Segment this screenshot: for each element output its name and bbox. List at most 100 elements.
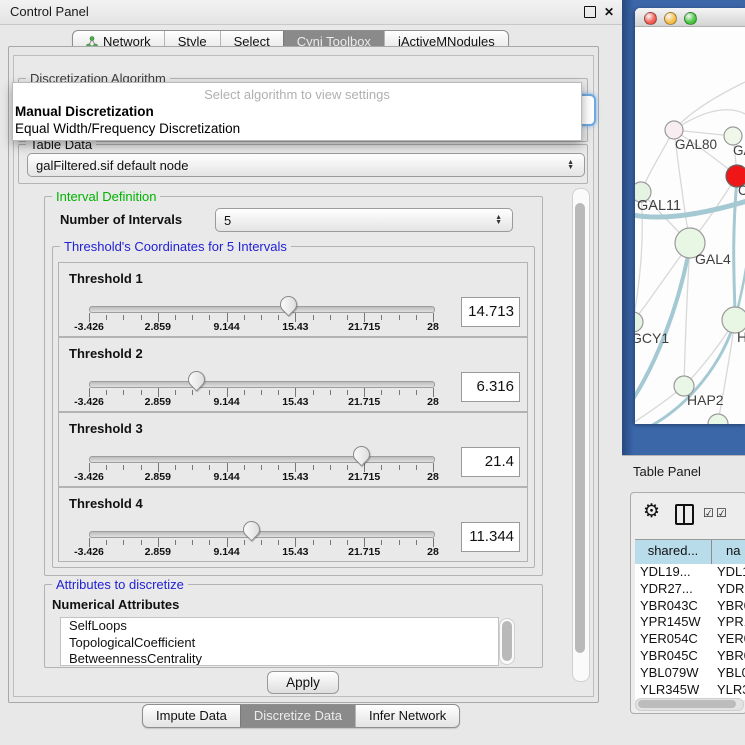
slider-tick [244,540,245,545]
threshold-value-field[interactable]: 14.713 [461,297,520,327]
close-icon[interactable]: ✕ [604,6,614,18]
slider-tick [381,540,382,545]
slider-tick [106,390,107,395]
slider-tick-label: 21.715 [348,396,380,408]
table-body: YDL19...YDL1YDR27...YDR2YBR043CYBR0YPR14… [635,564,745,700]
close-traffic-light[interactable] [644,12,657,25]
column-header-name[interactable]: na [712,540,745,564]
slider-tick [192,315,193,320]
panel-scrollbar-thumb[interactable] [575,203,585,653]
bottom-node[interactable] [708,414,728,424]
table-data-group: Table Data galFiltered.sif default node … [18,144,588,184]
slider-tick [209,315,210,320]
slider-tick [175,315,176,320]
panel-scrollbar[interactable] [572,188,590,682]
right-panel: GAL80GACGAL11GAL4GCY1HHAP2 Table Panel ⚙… [622,0,745,745]
apply-button[interactable]: Apply [267,671,339,694]
threshold-value-field[interactable]: 6.316 [461,372,520,402]
slider-track[interactable] [89,306,435,313]
GCY1-node[interactable] [635,312,643,332]
node-label-C: C [738,183,745,198]
slider-tick [416,540,417,545]
slider-tick [313,315,314,320]
table-data-combobox[interactable]: galFiltered.sif default node ▲▼ [27,153,585,177]
slider-tick [244,315,245,320]
slider-tick [381,390,382,395]
cell-shared-name: YLR345W [635,682,717,699]
tab-infer-network[interactable]: Infer Network [355,705,459,727]
slider-tick-label: 28 [427,546,439,558]
slider-tick-label: 2.859 [145,471,171,483]
table-panel-title: Table Panel [633,464,701,479]
slider-tick [381,315,382,320]
slider-track[interactable] [89,456,435,463]
column-layout-icon[interactable] [675,504,694,525]
control-panel-titlebar: Control Panel ✕ [0,0,622,25]
number-of-intervals-combobox[interactable]: 5 ▲▼ [215,208,513,232]
table-horizontal-scrollbar[interactable] [635,698,744,711]
node-label-GAL80: GAL80 [675,137,717,152]
slider-tick [175,465,176,470]
thresholds-title: Threshold's Coordinates for 5 Intervals [60,239,291,254]
slider-tick [399,465,400,470]
table-header-row: shared... na [635,539,745,565]
slider-tick-label: -3.426 [74,396,104,408]
slider-tick-label: -3.426 [74,471,104,483]
attributes-scrollbar[interactable] [499,618,515,665]
table-row[interactable]: YLR345WYLR3 [635,682,745,699]
checkbox-icon[interactable]: ☑ [703,506,714,520]
table-row[interactable]: YBR043CYBR0 [635,598,745,615]
cell-shared-name: YBL079W [635,665,717,682]
numerical-attributes-label: Numerical Attributes [52,597,179,612]
cell-shared-name: YBR043C [635,598,717,615]
algorithm-option-manual[interactable]: Manual Discretization [15,104,154,119]
table-panel-titlebar: Table Panel [622,455,745,486]
list-item[interactable]: TopologicalCoefficient [61,635,498,652]
checkbox-icon[interactable]: ☑ [716,506,727,520]
table-row[interactable]: YBL079WYBL0 [635,665,745,682]
table-row[interactable]: YER054CYER0 [635,631,745,648]
table-row[interactable]: YPR145WYPR1 [635,614,745,631]
numerical-attributes-list[interactable]: SelfLoopsTopologicalCoefficientBetweenne… [60,617,499,666]
slider-tick [416,390,417,395]
threshold-label: Threshold 2 [69,346,143,361]
slider-track[interactable] [89,531,435,538]
slider-tick-label: -3.426 [74,546,104,558]
list-item[interactable]: BetweennessCentrality [61,651,498,666]
stepper-icon: ▲▼ [495,215,504,225]
gear-icon[interactable]: ⚙ [643,500,660,523]
float-window-icon[interactable] [584,6,596,18]
slider-tick [175,390,176,395]
slider-tick [278,390,279,395]
cell-shared-name: YER054C [635,631,717,648]
slider-tick-label: 28 [427,396,439,408]
slider-tick-label: 9.144 [213,321,239,333]
slider-tick [123,465,124,470]
tab-discretize-data[interactable]: Discretize Data [240,705,355,727]
slider-tick [330,465,331,470]
cell-shared-name: YPR145W [635,614,717,631]
tab-impute-data[interactable]: Impute Data [143,705,240,727]
threshold-value-field[interactable]: 21.4 [461,447,520,477]
slider-track[interactable] [89,381,435,388]
slider-tick [278,465,279,470]
slider-tick-label: 2.859 [145,546,171,558]
network-window-titlebar [635,8,745,27]
algorithm-option-equal[interactable]: Equal Width/Frequency Discretization [15,121,240,136]
minimize-traffic-light[interactable] [664,12,677,25]
list-item[interactable]: SelfLoops [61,618,498,635]
threshold-block-3: Threshold 3-3.4262.8599.14415.4321.71528… [58,412,528,487]
slider-tick [123,390,124,395]
table-row[interactable]: YBR045CYBR0 [635,648,745,665]
column-header-shared[interactable]: shared... [635,540,712,564]
table-row[interactable]: YDR27...YDR2 [635,581,745,598]
threshold-value-field[interactable]: 11.344 [461,522,520,552]
panel-title: Control Panel [10,4,89,19]
tab-label: Infer Network [369,705,446,727]
tab-label: Impute Data [156,705,227,727]
zoom-traffic-light[interactable] [684,12,697,25]
number-of-intervals-label: Number of Intervals [60,212,182,227]
network-canvas[interactable]: GAL80GACGAL11GAL4GCY1HHAP2 [635,27,745,424]
table-row[interactable]: YDL19...YDL1 [635,564,745,581]
network-edge [734,179,737,320]
